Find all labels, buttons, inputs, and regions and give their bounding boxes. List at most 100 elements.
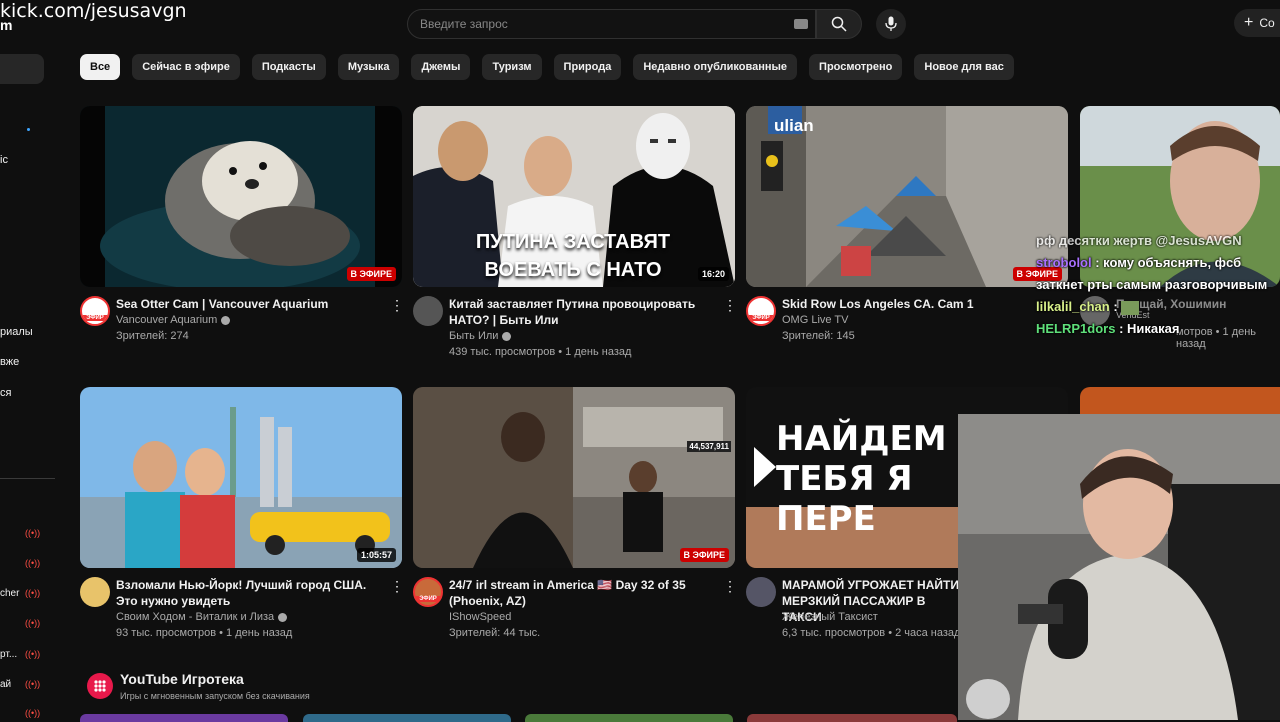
streamer-webcam [958, 414, 1280, 720]
sidebar-sub-1[interactable]: ((•)) [0, 528, 40, 542]
video-thumbnail[interactable]: ПУТИНА ЗАСТАВЯТ ВОЕВАТЬ С НАТО 16:20 [413, 106, 735, 287]
new-york-image [80, 387, 402, 568]
stream-chat-overlay: рф десятки жертв @JesusAVGN strobolol : … [1036, 230, 1276, 340]
video-stats: Зрителей: 145 [782, 330, 855, 342]
video-stats: 93 тыс. просмотров • 1 день назад [116, 627, 293, 639]
video-thumbnail[interactable]: ulian В ЭФИРЕ [746, 106, 1068, 287]
sidebar-sub-6[interactable]: ай ((•)) [0, 679, 40, 693]
game-card[interactable] [525, 714, 733, 722]
video-title[interactable]: Sea Otter Cam | Vancouver Aquarium [116, 296, 388, 312]
more-options-icon[interactable]: ⋮ [390, 577, 404, 595]
video-card[interactable]: 44,537,911 В ЭФИРЕ ЭФИР 24/7 irl stream … [413, 387, 737, 647]
section-title[interactable]: YouTube Игротека [120, 671, 244, 687]
more-options-icon[interactable]: ⋮ [390, 296, 404, 314]
keyboard-icon[interactable] [794, 19, 808, 29]
otter-image [80, 106, 402, 287]
live-icon: ((•)) [25, 558, 41, 568]
video-card[interactable]: 1:05:57 Взломали Нью-Йорк! Лучший город … [80, 387, 404, 647]
sidebar-sub-4[interactable]: ((•)) [0, 618, 40, 632]
sidebar-sub-2[interactable]: ((•)) [0, 558, 40, 572]
chat-username: strobolol [1036, 255, 1092, 270]
search-button[interactable] [816, 9, 862, 39]
video-card[interactable]: ulian В ЭФИРЕ ЭФИР Skid Row Los Angeles … [746, 106, 1070, 366]
chip-live[interactable]: Сейчас в эфире [132, 54, 240, 80]
sidebar-item-liked[interactable]: ся [0, 387, 11, 399]
sidebar-item-series[interactable]: риалы [0, 326, 33, 338]
channel-avatar[interactable] [80, 577, 110, 607]
street-sign-text: ulian [774, 116, 814, 135]
counter-overlay: 44,537,911 [687, 441, 731, 452]
live-badge: В ЭФИРЕ [346, 267, 396, 281]
chip-podcasts[interactable]: Подкасты [251, 54, 326, 80]
chip-all[interactable]: Все [80, 54, 121, 80]
sidebar-sub-3[interactable]: cher ((•)) [0, 588, 40, 602]
video-thumbnail[interactable]: В ЭФИРЕ [80, 106, 402, 287]
video-title[interactable]: 24/7 irl stream in America 🇺🇸 Day 32 of … [449, 577, 721, 609]
playables-icon [87, 673, 113, 699]
search-input[interactable] [420, 17, 780, 31]
sidebar-sub-5[interactable]: рт... ((•)) [0, 649, 40, 663]
game-card[interactable] [80, 714, 288, 722]
channel-avatar[interactable] [413, 296, 443, 326]
video-stats: 6,3 тыс. просмотров • 2 часа назад [782, 627, 961, 639]
video-thumbnail[interactable]: 44,537,911 В ЭФИРЕ [413, 387, 735, 568]
video-card[interactable]: В ЭФИРЕ ЭФИР Sea Otter Cam | Vancouver A… [80, 106, 404, 366]
channel-avatar[interactable]: ЭФИР [80, 296, 110, 326]
chat-message: HELRP1dors : Никакая [1036, 321, 1180, 336]
stream-url-overlay: kick.com/jesusavgn [0, 0, 187, 22]
channel-name[interactable]: IShowSpeed [449, 611, 511, 623]
more-options-icon[interactable]: ⋮ [723, 577, 737, 595]
game-card[interactable] [747, 714, 957, 722]
video-title[interactable]: Взломали Нью-Йорк! Лучший город США. Это… [116, 577, 388, 609]
sidebar-item-home[interactable] [0, 54, 44, 84]
video-thumbnail-partial[interactable] [1080, 387, 1280, 417]
chip-nature[interactable]: Природа [553, 54, 622, 80]
chat-message: рф десятки жертв @JesusAVGN [1036, 233, 1242, 248]
voice-search-button[interactable] [876, 9, 906, 39]
game-card[interactable] [303, 714, 511, 722]
channel-avatar[interactable]: ЭФИР [746, 296, 776, 326]
video-thumbnail[interactable]: 1:05:57 [80, 387, 402, 568]
chat-username: HELRP1dors [1036, 321, 1116, 336]
verified-icon [502, 331, 512, 341]
video-title[interactable]: Китай заставляет Путина провоцировать НА… [449, 296, 721, 328]
microphone-icon [885, 16, 897, 31]
live-icon: ((•)) [25, 649, 41, 659]
chip-music[interactable]: Музыка [337, 54, 400, 80]
chip-tourism[interactable]: Туризм [482, 54, 542, 80]
channel-avatar[interactable]: ЭФИР [413, 577, 443, 607]
chip-new[interactable]: Новое для вас [914, 54, 1014, 80]
channel-name[interactable]: OMG Live TV [782, 314, 848, 326]
channel-avatar[interactable] [746, 577, 776, 607]
sidebar-item-later[interactable]: вже [0, 356, 19, 368]
chat-message: lilkalil_chan : [1036, 296, 1276, 318]
verified-icon [278, 612, 288, 622]
video-title[interactable]: Skid Row Los Angeles CA. Cam 1 [782, 296, 1054, 312]
duration-badge: 16:20 [697, 267, 729, 281]
channel-name[interactable]: Vancouver Aquarium [116, 314, 231, 326]
chip-recent[interactable]: Недавно опубликованные [633, 54, 798, 80]
emote-icon [1121, 300, 1140, 315]
live-icon: ((•)) [25, 528, 41, 538]
channel-name[interactable]: Быть Или [449, 330, 512, 342]
sidebar-divider [0, 478, 55, 479]
chip-watched[interactable]: Просмотрено [809, 54, 903, 80]
video-card[interactable]: ПУТИНА ЗАСТАВЯТ ВОЕВАТЬ С НАТО 16:20 Кит… [413, 106, 737, 366]
chat-username: lilkalil_chan [1036, 299, 1110, 314]
channel-name[interactable]: Своим Ходом - Виталик и Лиза [116, 611, 288, 623]
create-button[interactable]: + Со [1234, 9, 1280, 37]
subscriptions-dot-icon [27, 128, 30, 131]
channel-name[interactable]: Железный Таксист [782, 611, 878, 623]
live-icon: ((•)) [25, 588, 41, 598]
streamer-webcam-image [958, 414, 1280, 720]
chip-jams[interactable]: Джемы [411, 54, 471, 80]
live-badge: В ЭФИРЕ [679, 548, 729, 562]
search-box[interactable] [407, 9, 816, 39]
section-subtitle: Игры с мгновенным запуском без скачивани… [120, 691, 310, 701]
more-options-icon[interactable]: ⋮ [723, 296, 737, 314]
video-stats: Зрителей: 44 тыс. [449, 627, 541, 639]
duration-badge: 1:05:57 [356, 548, 396, 562]
sidebar-item-music[interactable]: ic [0, 154, 8, 166]
plus-icon: + [1244, 14, 1254, 31]
overlay-corner-char: m [0, 17, 13, 33]
